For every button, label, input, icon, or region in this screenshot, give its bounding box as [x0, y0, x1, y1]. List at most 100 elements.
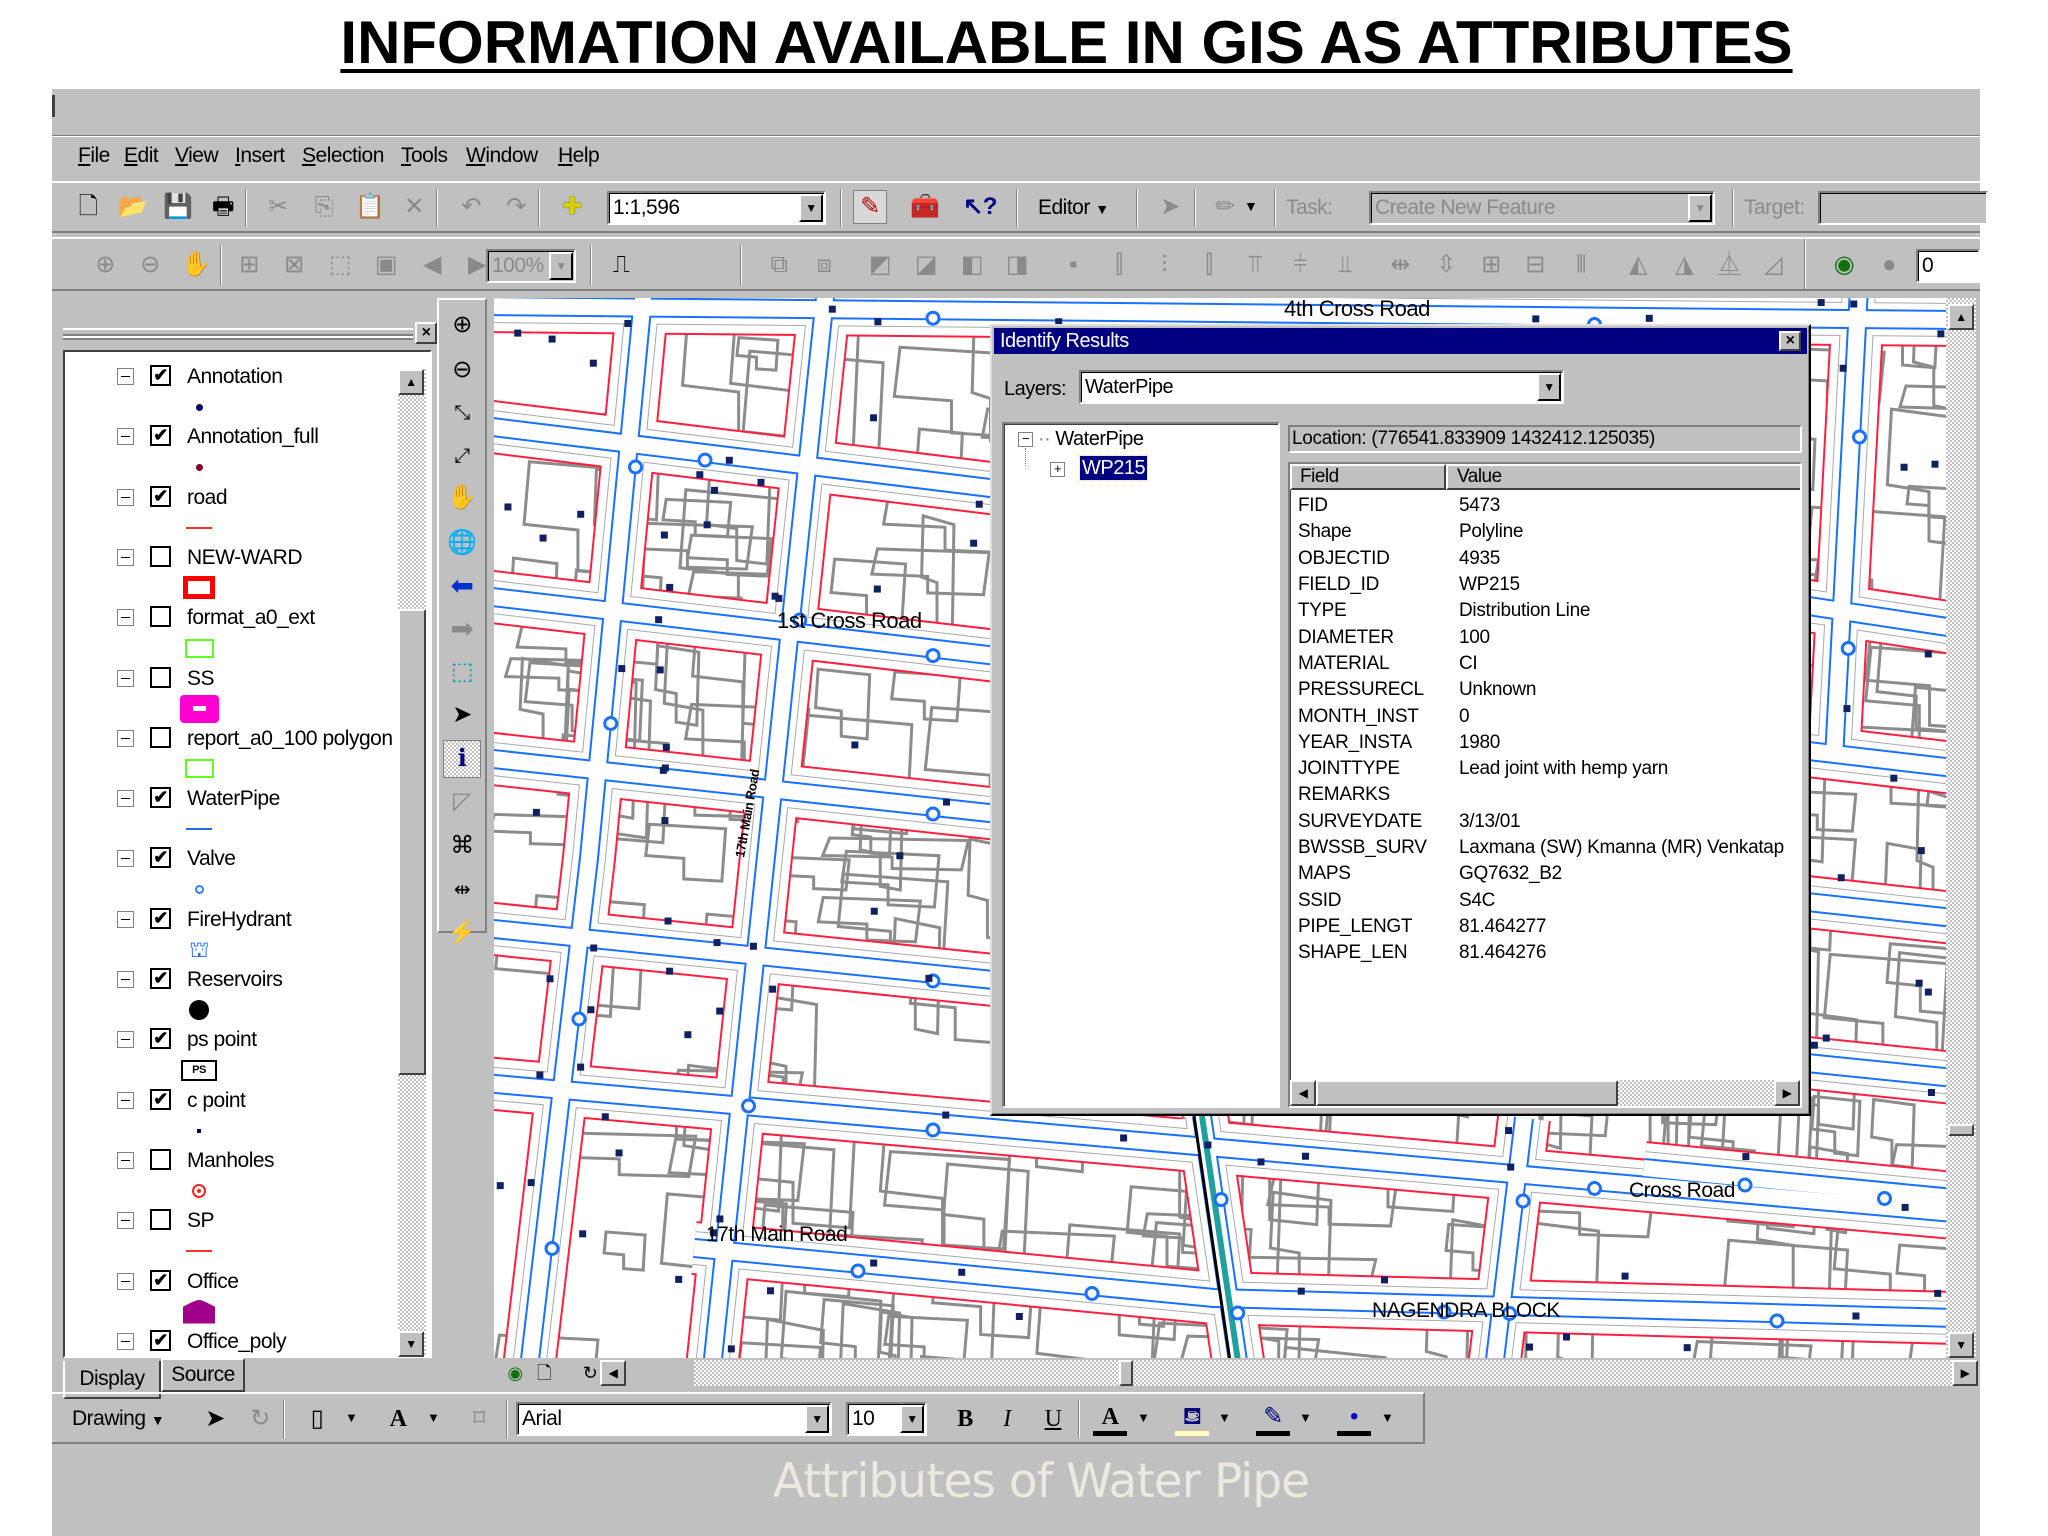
align-left-icon[interactable]: ⫿: [1102, 248, 1136, 282]
layout-zoom-out-icon[interactable]: ⊖: [133, 248, 167, 282]
identify-icon[interactable]: ℹ: [443, 740, 481, 778]
attribute-row[interactable]: REMARKS: [1298, 782, 1390, 808]
print-icon[interactable]: 🖶: [206, 190, 240, 224]
layer-item[interactable]: ✔ ps point PS: [65, 1025, 395, 1081]
toc-grip[interactable]: [63, 328, 413, 338]
chevron-down-icon[interactable]: ▼: [427, 1410, 440, 1425]
zoom-percent-combo[interactable]: 100% ▼: [486, 249, 576, 283]
scroll-right-icon[interactable]: ▶: [1952, 1360, 1978, 1386]
flip-horizontal-icon[interactable]: ⏅: [1712, 248, 1746, 282]
align-center-icon[interactable]: ⫶: [1147, 248, 1181, 282]
fixed-zoom-out-icon[interactable]: ⤢: [445, 439, 479, 473]
previous-extent-icon[interactable]: ◀: [415, 248, 449, 282]
task-combo[interactable]: Create New Feature ▼: [1369, 191, 1715, 225]
layer-item[interactable]: ✔ Reservoirs: [65, 965, 395, 1020]
italic-button[interactable]: I: [990, 1402, 1024, 1436]
layout-view-icon[interactable]: 🗋: [527, 1356, 561, 1390]
attribute-row[interactable]: SSID S4C: [1298, 888, 1495, 914]
toc-scrollbar[interactable]: ▲ ▼: [398, 369, 426, 1357]
chevron-down-icon[interactable]: ▼: [1137, 1410, 1150, 1425]
attribute-row[interactable]: Shape Polyline: [1298, 519, 1523, 545]
menu-view[interactable]: View: [175, 139, 219, 173]
distribute-horizontally-icon[interactable]: ⇹: [1383, 248, 1417, 282]
layers-select[interactable]: WaterPipe ▼: [1079, 370, 1564, 404]
bold-button[interactable]: B: [948, 1402, 982, 1436]
fixed-zoom-out-icon[interactable]: ⬚: [323, 248, 357, 282]
attribute-row[interactable]: JOINTTYPE Lead joint with hemp yarn: [1298, 756, 1668, 782]
layer-item[interactable]: ✔ Office: [65, 1267, 395, 1324]
tree-node-waterpipe[interactable]: ·· WaterPipe: [1038, 426, 1144, 452]
collapse-icon[interactable]: [117, 1151, 134, 1169]
group-icon[interactable]: ⧉: [762, 248, 796, 282]
layer-item[interactable]: ✔ Annotation_full: [65, 422, 395, 471]
scroll-right-icon[interactable]: ▶: [1774, 1080, 1800, 1106]
new-text-icon[interactable]: A: [381, 1402, 415, 1436]
arctoolbox-icon[interactable]: 🧰: [908, 190, 942, 224]
rotate-right-icon[interactable]: ◭: [1621, 248, 1655, 282]
back-arrow-icon[interactable]: ⬅: [445, 569, 479, 603]
collapse-icon[interactable]: [117, 790, 134, 808]
close-toc-icon[interactable]: ×: [415, 322, 437, 344]
collapse-icon[interactable]: [117, 971, 134, 988]
attribute-row[interactable]: FID 5473: [1298, 493, 1500, 519]
layer-visibility-checkbox[interactable]: ✔: [150, 1088, 171, 1110]
attribute-row[interactable]: TYPE Distribution Line: [1298, 598, 1590, 624]
font-size-select[interactable]: 10 ▼: [846, 1402, 927, 1436]
align-right-icon[interactable]: ⫿: [1192, 248, 1226, 282]
attribute-row[interactable]: MATERIAL CI: [1298, 651, 1478, 677]
edit-vertices-icon[interactable]: ⌑: [462, 1402, 496, 1436]
collapse-icon[interactable]: [117, 1091, 134, 1109]
align-middle-icon[interactable]: ⫩: [1283, 248, 1317, 282]
attribute-row[interactable]: SHAPE_LEN 81.464276: [1298, 940, 1546, 966]
collapse-icon[interactable]: [117, 850, 134, 868]
map-vertical-scrollbar[interactable]: ▲ ▼: [1946, 298, 1976, 1358]
marker-color-icon[interactable]: •: [1337, 1402, 1371, 1436]
align-top-icon[interactable]: ⫪: [1238, 248, 1272, 282]
drawing-menu-button[interactable]: Drawing ▼: [72, 1402, 165, 1437]
attribute-row[interactable]: OBJECTID 4935: [1298, 546, 1500, 572]
table-hscroll-thumb[interactable]: [1316, 1080, 1618, 1106]
collapse-icon[interactable]: [117, 428, 134, 446]
redo-icon[interactable]: ↷: [499, 190, 533, 224]
tree-node-wp215[interactable]: WP215: [1078, 455, 1149, 481]
sketch-pencil-icon[interactable]: ✏: [1208, 190, 1242, 224]
map-hscroll-thumb[interactable]: [1119, 1360, 1133, 1386]
layer-visibility-checkbox[interactable]: [150, 1148, 171, 1170]
collapse-icon[interactable]: [117, 669, 134, 687]
select-elements-icon[interactable]: ➤: [198, 1402, 232, 1436]
send-backward-icon[interactable]: ◨: [1000, 248, 1034, 282]
chevron-down-icon[interactable]: ▼: [1381, 1410, 1394, 1425]
column-header-value[interactable]: Value: [1446, 464, 1800, 490]
layer-visibility-checkbox[interactable]: [150, 606, 171, 628]
ungroup-icon[interactable]: ⧈: [807, 248, 841, 282]
table-horizontal-scrollbar[interactable]: ◀ ▶: [1290, 1080, 1800, 1106]
chevron-down-icon[interactable]: ▼: [1244, 198, 1258, 214]
layer-item[interactable]: ✔ Office_poly: [65, 1327, 395, 1356]
underline-button[interactable]: U: [1036, 1402, 1070, 1436]
attribute-row[interactable]: FIELD_ID WP215: [1298, 572, 1520, 598]
layer-visibility-checkbox[interactable]: ✔: [150, 847, 171, 869]
menu-help[interactable]: Help: [558, 139, 600, 173]
menu-window[interactable]: Window: [466, 139, 538, 173]
save-icon[interactable]: 💾: [161, 190, 195, 224]
rotate-icon[interactable]: ↻: [243, 1402, 277, 1436]
line-color-icon[interactable]: ✎: [1256, 1402, 1290, 1436]
new-document-icon[interactable]: 🗋: [71, 190, 105, 224]
align-bottom-icon[interactable]: ⫫: [1328, 248, 1362, 282]
collapse-icon[interactable]: −: [1018, 432, 1033, 447]
layout-pan-icon[interactable]: ✋: [179, 248, 213, 282]
editor-toolbar-icon[interactable]: ✎: [853, 190, 887, 224]
chevron-down-icon[interactable]: ▼: [900, 1405, 924, 1433]
layer-visibility-checkbox[interactable]: [150, 545, 171, 567]
layer-visibility-checkbox[interactable]: ✔: [150, 787, 171, 809]
cut-icon[interactable]: ✂: [261, 190, 295, 224]
collapse-icon[interactable]: [117, 368, 134, 385]
chevron-down-icon[interactable]: ▼: [805, 1405, 829, 1433]
rotation-input[interactable]: 0: [1916, 249, 1980, 283]
hyperlink-icon[interactable]: ◸: [445, 785, 479, 819]
chevron-down-icon[interactable]: ▼: [1537, 373, 1561, 401]
rectangle-icon[interactable]: ▯: [300, 1402, 334, 1436]
chevron-down-icon[interactable]: ▼: [1218, 1410, 1231, 1425]
map-horizontal-scrollbar[interactable]: ◉ 🗋 ↻ ◀ ▶: [494, 1360, 1978, 1386]
expand-icon[interactable]: +: [1050, 462, 1065, 477]
